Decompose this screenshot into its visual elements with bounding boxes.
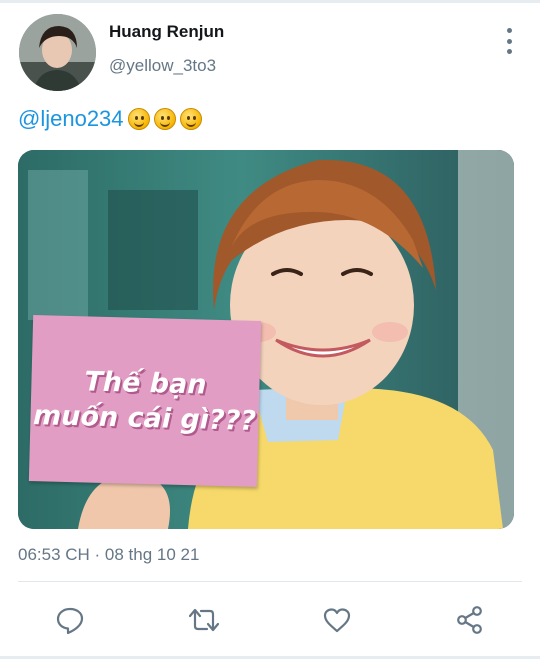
- avatar-photo: [19, 14, 96, 91]
- author-name[interactable]: Huang Renjun: [109, 22, 224, 42]
- top-divider: [0, 0, 540, 3]
- tweet-actions: [0, 600, 540, 640]
- reply-button[interactable]: [50, 600, 90, 640]
- pink-sign: Thế bạn muốn cái gì???: [28, 315, 262, 487]
- smiling-face-icon: [153, 108, 176, 130]
- avatar[interactable]: [19, 14, 96, 91]
- smiling-face-icon: [179, 108, 202, 130]
- sign-text-line-1: Thế bạn: [84, 366, 207, 401]
- sign-text-line-2: muốn cái gì???: [32, 400, 257, 437]
- action-divider: [18, 581, 522, 582]
- tweet-timestamp[interactable]: 06:53 CH · 08 thg 10 21: [18, 545, 199, 565]
- like-icon: [323, 608, 351, 633]
- tweet-text: @ljeno234: [18, 106, 202, 132]
- more-options-icon[interactable]: [498, 28, 520, 54]
- smiling-face-icon: [127, 108, 150, 130]
- like-button[interactable]: [317, 600, 357, 640]
- share-icon: [457, 606, 482, 634]
- reply-icon: [56, 607, 84, 635]
- retweet-icon: [188, 608, 220, 632]
- mention-link[interactable]: @ljeno234: [18, 106, 124, 132]
- share-button[interactable]: [450, 600, 490, 640]
- retweet-button[interactable]: [184, 600, 224, 640]
- author-handle[interactable]: @yellow_3to3: [109, 56, 216, 76]
